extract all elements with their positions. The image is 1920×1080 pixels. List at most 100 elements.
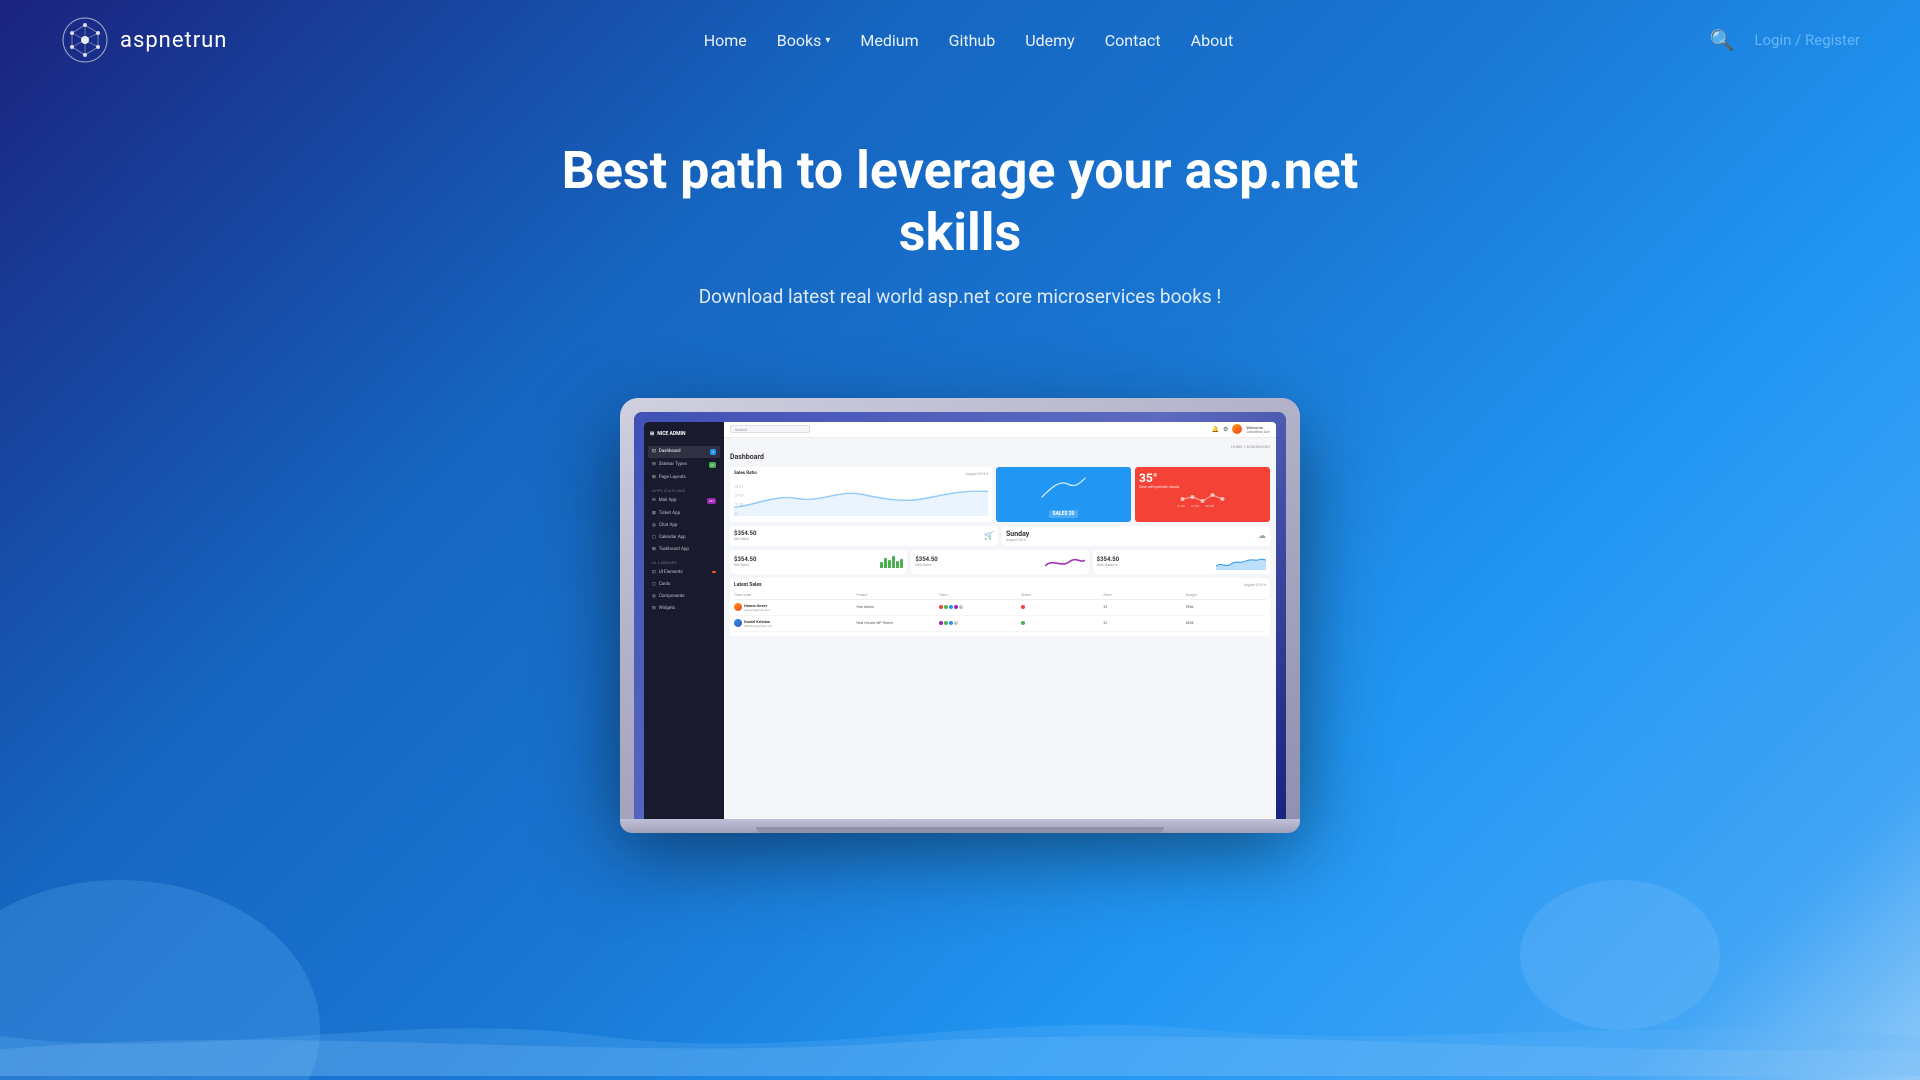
logo-link[interactable]: aspnetrun bbox=[60, 15, 227, 65]
stats-row: Sales Ratio August 2019 ▾ 0 10 bbox=[730, 467, 1270, 522]
search-icon[interactable]: 🔍 bbox=[1710, 28, 1735, 52]
user-avatar-2 bbox=[734, 619, 742, 627]
sidebar-types-badge: on bbox=[709, 462, 716, 468]
nav-books[interactable]: Books ▾ bbox=[777, 31, 831, 50]
user-avatar-1 bbox=[734, 603, 742, 611]
nav-medium[interactable]: Medium bbox=[860, 31, 918, 50]
table-header: Latest Sales August 2019 ▾ bbox=[734, 582, 1266, 588]
sidebar-item-taskboard[interactable]: ⊞ Taskboard App bbox=[648, 544, 720, 555]
laptop-base bbox=[620, 819, 1300, 833]
svg-text:12 PM: 12 PM bbox=[1191, 504, 1200, 508]
navbar: aspnetrun Home Books ▾ Medium Github Ude… bbox=[0, 0, 1920, 80]
user-info: Welcome Johnathan Doe bbox=[1246, 425, 1270, 434]
dash-topbar: Search 🔔 ⚙ Welcome Johnathan Doe bbox=[724, 422, 1276, 438]
nav-github[interactable]: Github bbox=[949, 31, 996, 50]
sidebar-item-widgets[interactable]: ⊟ Widgets bbox=[648, 603, 720, 614]
dashboard-preview: ⊞ NICE ADMIN ⊡ Dashboard 5 ⊟ Sidebar Typ… bbox=[644, 422, 1276, 820]
widgets-icon: ⊟ bbox=[652, 606, 656, 611]
topbar-settings-icon[interactable]: ⚙ bbox=[1223, 426, 1228, 433]
info-row: $354.50 Net Sales 🛒 bbox=[730, 526, 1270, 546]
status-dot-1 bbox=[1021, 605, 1025, 609]
sales-ratio-card: Sales Ratio August 2019 ▾ 0 10 bbox=[730, 467, 992, 522]
topbar-bell-icon[interactable]: 🔔 bbox=[1212, 426, 1219, 433]
mail-badge: 247 bbox=[707, 498, 716, 504]
sidebar-item-calendar[interactable]: ◻ Calendar App bbox=[648, 532, 720, 543]
ticket-icon: ⊠ bbox=[652, 511, 656, 516]
area-chart-3 bbox=[1216, 554, 1266, 570]
dash-main: Search 🔔 ⚙ Welcome Johnathan Doe bbox=[724, 422, 1276, 820]
wave-decoration bbox=[0, 996, 1920, 1080]
net-sales-card: $354.50 Net Sales 🛒 bbox=[730, 526, 998, 546]
sidebar-item-components[interactable]: ◎ Components bbox=[648, 591, 720, 602]
laptop-mockup: ⊞ NICE ADMIN ⊡ Dashboard 5 ⊟ Sidebar Typ… bbox=[620, 398, 1300, 834]
sidebar-section-ui: UI Library bbox=[648, 556, 720, 567]
user-avatar bbox=[1232, 424, 1242, 434]
sidebar-item-cards[interactable]: ◻ Cards bbox=[648, 579, 720, 590]
sidebar-item-ui-elements[interactable]: ⊡ UI Elements bbox=[648, 567, 720, 578]
status-dot-2 bbox=[1021, 621, 1025, 625]
svg-text:08 PM: 08 PM bbox=[1206, 504, 1215, 508]
hero-title: Best path to leverage your asp.net skill… bbox=[510, 140, 1410, 265]
team-dots-1: + bbox=[939, 605, 1019, 609]
sidebar-item-mail[interactable]: ✉ Mail App 247 bbox=[648, 495, 720, 507]
taskboard-icon: ⊞ bbox=[652, 547, 656, 552]
dash-sidebar-header: ⊞ NICE ADMIN bbox=[648, 428, 720, 440]
nav-udemy[interactable]: Udemy bbox=[1025, 31, 1074, 50]
sidebar-item-sidebar-types[interactable]: ⊟ Sidebar Types on bbox=[648, 459, 720, 471]
sales-chart: 0 10 20 30 bbox=[734, 481, 988, 516]
team-dots-2: + bbox=[939, 621, 1019, 625]
bottom-stats: $354.50 Net Sales bbox=[730, 550, 1270, 574]
bg-decoration-1 bbox=[0, 880, 320, 1080]
weather-card: 35° Clear with periodic clouds. bbox=[1135, 467, 1270, 522]
nav-links: Home Books ▾ Medium Github Udemy Contact… bbox=[704, 31, 1234, 50]
cards-icon: ◻ bbox=[652, 582, 656, 587]
logo-icon bbox=[60, 15, 110, 65]
sales-card: SALES 20 bbox=[996, 467, 1131, 522]
dash-search-input[interactable]: Search bbox=[730, 425, 810, 433]
weather-chart: 8 AM 12 PM 08 PM bbox=[1139, 489, 1266, 509]
page-title: Dashboard bbox=[730, 453, 1270, 461]
cloud-icon: ☁ bbox=[1258, 531, 1266, 540]
bg-decoration-2 bbox=[1520, 880, 1720, 1030]
dash-sidebar: ⊞ NICE ADMIN ⊡ Dashboard 5 ⊟ Sidebar Typ… bbox=[644, 422, 724, 820]
sidebar-logo-icon: ⊞ bbox=[650, 431, 654, 437]
sidebar-types-icon: ⊟ bbox=[652, 462, 656, 467]
nav-home[interactable]: Home bbox=[704, 31, 747, 50]
dashboard-badge: 5 bbox=[710, 449, 716, 455]
svg-text:30: 30 bbox=[734, 485, 744, 489]
components-icon: ◎ bbox=[652, 594, 656, 599]
sidebar-item-page-layouts[interactable]: ⊞ Page Layouts bbox=[648, 472, 720, 483]
stat-card-1: $354.50 Net Sales bbox=[730, 550, 907, 574]
table-row: Hanna Gover hgover@gmail.com Hire Admin bbox=[734, 600, 1266, 616]
login-register-link[interactable]: Login / Register bbox=[1754, 31, 1860, 49]
sidebar-item-chat[interactable]: ◎ Chat App bbox=[648, 520, 720, 531]
table-cell-name-1: Hanna Gover hgover@gmail.com bbox=[734, 603, 854, 612]
ui-elements-icon: ⊡ bbox=[652, 570, 656, 575]
nav-about[interactable]: About bbox=[1191, 31, 1234, 50]
table-row: Daniel Kristian dkristian@gmail.com Real… bbox=[734, 616, 1266, 632]
page-layouts-icon: ⊞ bbox=[652, 475, 656, 480]
ui-elements-badge bbox=[712, 571, 716, 573]
bar-chart-1 bbox=[880, 556, 903, 568]
sidebar-item-ticket[interactable]: ⊠ Ticket App bbox=[648, 508, 720, 519]
laptop-screen: ⊞ NICE ADMIN ⊡ Dashboard 5 ⊟ Sidebar Typ… bbox=[634, 412, 1286, 820]
sales-chart-mini bbox=[1000, 471, 1127, 506]
chevron-down-icon: ▾ bbox=[825, 35, 830, 46]
table-columns: Team Lead Project Team Status Store Budg… bbox=[734, 591, 1266, 600]
laptop-mockup-container: ⊞ NICE ADMIN ⊡ Dashboard 5 ⊟ Sidebar Typ… bbox=[0, 398, 1920, 834]
stat-card-2: $354.50 Nett Sales bbox=[911, 550, 1088, 574]
hero-section: Best path to leverage your asp.net skill… bbox=[0, 80, 1920, 398]
nav-right: 🔍 Login / Register bbox=[1710, 28, 1860, 52]
laptop-outer: ⊞ NICE ADMIN ⊡ Dashboard 5 ⊟ Sidebar Typ… bbox=[620, 398, 1300, 820]
svg-text:10: 10 bbox=[734, 502, 744, 506]
calendar-icon: ◻ bbox=[652, 535, 656, 540]
svg-text:20: 20 bbox=[734, 493, 744, 497]
logo-text: aspnetrun bbox=[120, 28, 227, 53]
dash-topbar-right: 🔔 ⚙ Welcome Johnathan Doe bbox=[1212, 424, 1271, 434]
table-cell-name-2: Daniel Kristian dkristian@gmail.com bbox=[734, 619, 854, 628]
nav-contact[interactable]: Contact bbox=[1105, 31, 1161, 50]
hero-subtitle: Download latest real world asp.net core … bbox=[20, 285, 1900, 308]
dashboard-icon: ⊡ bbox=[652, 449, 656, 454]
stat-card-3: $354.50 Main Balance bbox=[1093, 550, 1270, 574]
sidebar-item-dashboard[interactable]: ⊡ Dashboard 5 bbox=[648, 446, 720, 458]
